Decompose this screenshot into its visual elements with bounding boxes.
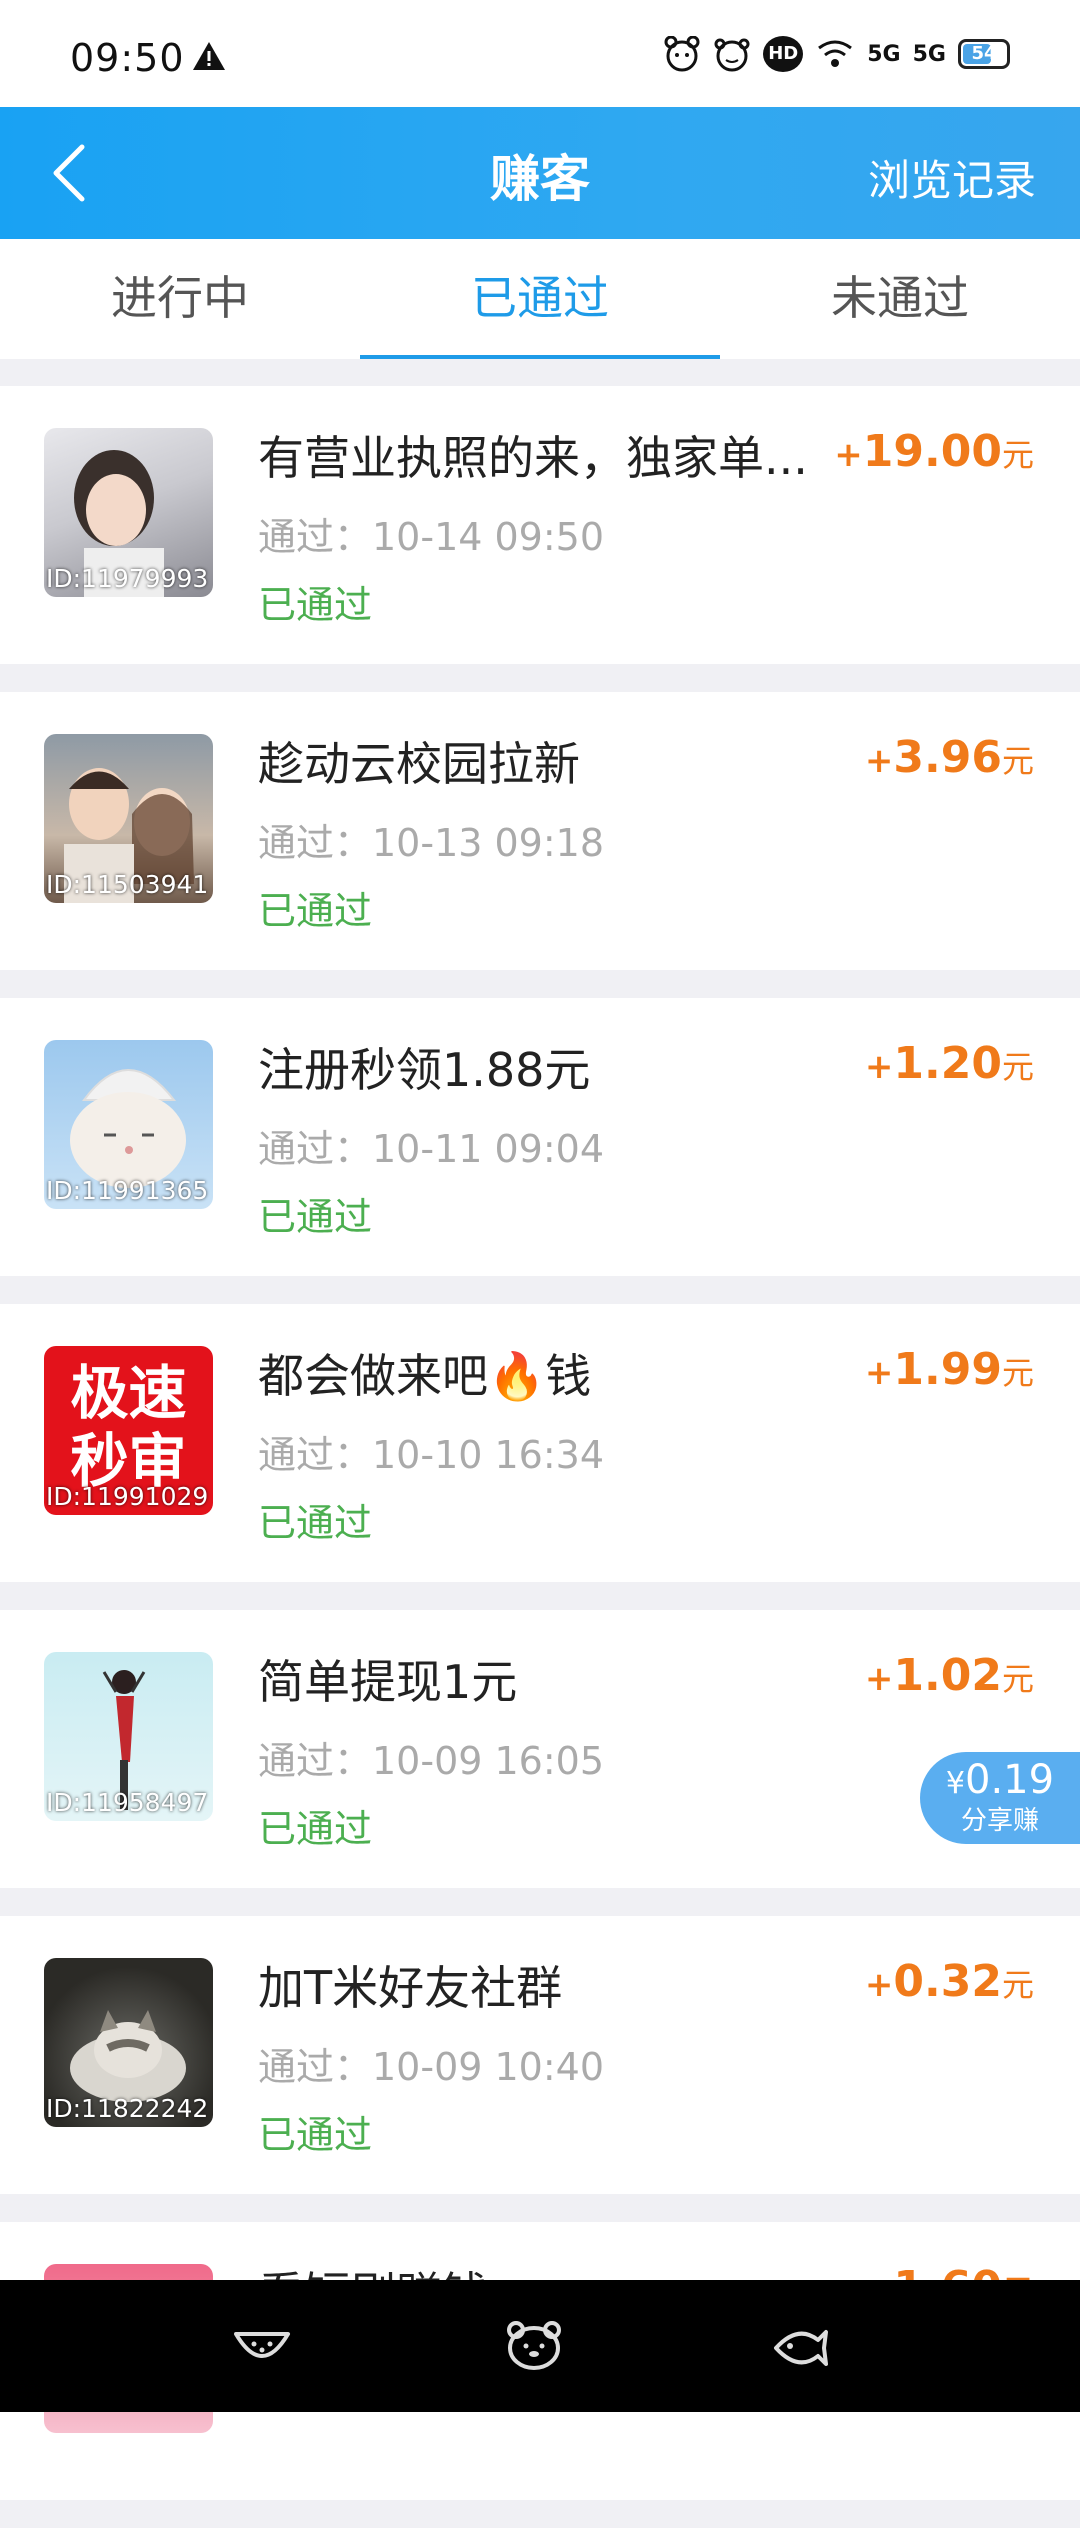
share-earn-badge[interactable]: ¥0.19 分享赚 <box>920 1752 1080 1844</box>
pass-time: 通过：10-09 10:40 <box>258 2045 605 2089</box>
pass-time: 通过：10-14 09:50 <box>258 515 605 559</box>
header-bar: 赚客 浏览记录 <box>0 107 1080 239</box>
list-item[interactable]: ID:11503941 趁动云校园拉新 通过：10-13 09:18 已通过 +… <box>0 692 1080 970</box>
thumb-text-top: 极速 <box>70 1359 187 1427</box>
browse-history-button[interactable]: 浏览记录 <box>868 147 1036 208</box>
task-title: 趁动云校园拉新 <box>258 737 580 791</box>
task-id: ID:11991029 <box>46 1482 209 1511</box>
reward-amount: +1.99元 <box>864 1344 1034 1395</box>
pass-time: 通过：10-13 09:18 <box>258 821 605 865</box>
reward-amount: +1.20元 <box>864 1038 1034 1089</box>
task-title: 简单提现1元 <box>258 1655 518 1709</box>
pass-time: 通过：10-11 09:04 <box>258 1127 605 1171</box>
pass-time: 通过：10-09 16:05 <box>258 1739 605 1783</box>
list-item[interactable]: ID:11991365 注册秒领1.88元 通过：10-11 09:04 已通过… <box>0 998 1080 1276</box>
task-thumbnail: ID:11979993 <box>44 428 213 597</box>
list-item[interactable]: ID:11958497 简单提现1元 通过：10-09 16:05 已通过 +1… <box>0 1610 1080 1888</box>
signal-1-icon: 5G <box>867 41 901 67</box>
tab-approved[interactable]: 已通过 <box>360 239 720 359</box>
reward-amount: +3.96元 <box>864 732 1034 783</box>
task-thumbnail: ID:11503941 <box>44 734 213 903</box>
wifi-icon <box>818 40 853 67</box>
reward-amount: +19.00元 <box>834 426 1034 477</box>
task-id: ID:11822242 <box>46 2094 209 2123</box>
task-list: ID:11979993 有营业执照的来，独家单... 通过：10-14 09:5… <box>0 386 1080 2528</box>
warning-icon <box>193 42 225 70</box>
task-title: 都会做来吧🔥钱 <box>258 1349 592 1403</box>
status-label: 已通过 <box>258 1807 373 1851</box>
status-bar: 09:50 HD 5G 5G 54 <box>0 0 1080 107</box>
battery-icon: 54 <box>958 39 1010 69</box>
hd-icon: HD <box>763 36 804 72</box>
reward-amount: +1.02元 <box>864 1650 1034 1701</box>
status-time: 09:50 <box>70 36 185 80</box>
share-label: 分享赚 <box>960 1806 1039 1836</box>
animal-app-icon <box>664 36 700 72</box>
list-item[interactable]: ID:11979993 有营业执照的来，独家单... 通过：10-14 09:5… <box>0 386 1080 664</box>
status-label: 已通过 <box>258 2113 373 2157</box>
task-thumbnail: ID:11991365 <box>44 1040 213 1209</box>
task-thumbnail: ID:11958497 <box>44 1652 213 1821</box>
task-title: 注册秒领1.88元 <box>258 1043 591 1097</box>
fish-icon[interactable] <box>770 2318 830 2374</box>
system-nav-bar <box>0 2280 1080 2412</box>
status-tabs: 进行中 已通过 未通过 <box>0 239 1080 359</box>
watermelon-icon[interactable] <box>232 2318 292 2374</box>
task-title: 加T米好友社群 <box>258 1961 563 2015</box>
bear-icon[interactable] <box>504 2318 564 2374</box>
share-amount: ¥0.19 <box>945 1757 1055 1803</box>
task-title: 有营业执照的来，独家单... <box>258 431 808 485</box>
battery-level: 54 <box>971 43 997 64</box>
task-thumbnail: ID:11822242 <box>44 1958 213 2127</box>
status-icons: HD 5G 5G 54 <box>663 34 1010 74</box>
list-item[interactable]: ID:11822242 加T米好友社群 通过：10-09 10:40 已通过 +… <box>0 1916 1080 2194</box>
status-label: 已通过 <box>258 889 373 933</box>
task-id: ID:11958497 <box>46 1788 209 1817</box>
task-id: ID:11991365 <box>46 1176 209 1205</box>
reward-amount: +0.32元 <box>864 1956 1034 2007</box>
pass-time: 通过：10-10 16:34 <box>258 1433 605 1477</box>
signal-2-icon: 5G <box>912 41 946 67</box>
list-item[interactable]: 极速 秒审 ID:11991029 都会做来吧🔥钱 通过：10-10 16:34… <box>0 1304 1080 1582</box>
task-id: ID:11979993 <box>46 564 209 593</box>
bear-app-icon <box>714 38 750 72</box>
task-thumbnail: 极速 秒审 ID:11991029 <box>44 1346 213 1515</box>
task-id: ID:11503941 <box>46 870 209 899</box>
tab-in-progress[interactable]: 进行中 <box>0 239 360 359</box>
status-label: 已通过 <box>258 583 373 627</box>
status-label: 已通过 <box>258 1195 373 1239</box>
status-label: 已通过 <box>258 1501 373 1545</box>
tab-rejected[interactable]: 未通过 <box>720 239 1080 359</box>
